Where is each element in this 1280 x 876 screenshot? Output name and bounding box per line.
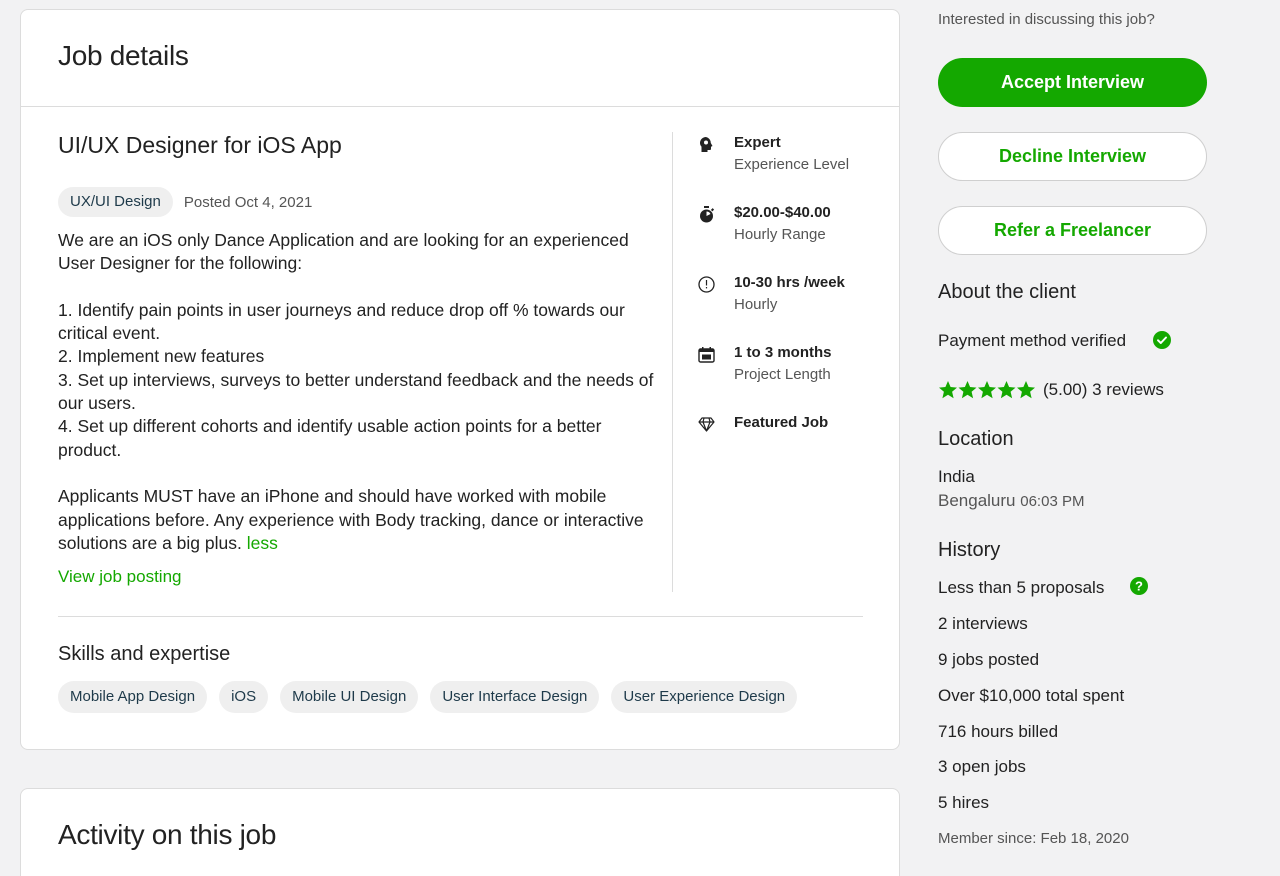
refer-freelancer-button[interactable]: Refer a Freelancer: [938, 206, 1207, 255]
hourly-range-label: Hourly Range: [734, 226, 826, 243]
job-meta-row: UX/UI Design Posted Oct 4, 2021: [58, 187, 658, 217]
detail-experience-level: Expert Experience Level: [697, 134, 897, 204]
rating-stars-icon: [938, 380, 1036, 400]
detail-hours-per-week: 10-30 hrs /week Hourly: [697, 274, 897, 344]
payment-verified-text: Payment method verified: [938, 331, 1127, 350]
calendar-icon: [697, 345, 715, 363]
location-title: Location: [938, 428, 1014, 450]
skill-pill[interactable]: Mobile UI Design: [280, 681, 419, 713]
hours-billed: 716 hours billed: [938, 722, 1059, 741]
hourly-range-value: $20.00-$40.00: [734, 204, 831, 221]
activity-title: Activity on this job: [58, 819, 277, 850]
activity-card: Activity on this job: [20, 788, 900, 876]
job-title: UI/UX Designer for iOS App: [58, 132, 342, 158]
diamond-icon: [697, 415, 715, 433]
job-details-list: Expert Experience Level $20.00-$40.00 Ho…: [697, 134, 897, 484]
job-main-section: UI/UX Designer for iOS App UX/UI Design …: [58, 132, 658, 587]
experience-level-label: Experience Level: [734, 156, 850, 173]
project-length-value: 1 to 3 months: [734, 344, 832, 361]
skill-pill[interactable]: iOS: [219, 681, 269, 713]
location-country: India: [938, 467, 975, 486]
member-since: Member since: Feb 18, 2020: [938, 830, 1129, 847]
skill-pill[interactable]: User Experience Design: [611, 681, 798, 713]
job-details-card: Job details UI/UX Designer for iOS App U…: [20, 9, 900, 750]
category-pill[interactable]: UX/UI Design: [58, 187, 173, 217]
proposals-count: Less than 5 proposals: [938, 578, 1105, 597]
view-job-posting-link[interactable]: View job posting: [58, 567, 658, 587]
skill-pill[interactable]: Mobile App Design: [58, 681, 208, 713]
total-spent: Over $10,000 total spent: [938, 686, 1125, 705]
hours-per-week-value: 10-30 hrs /week: [734, 274, 845, 291]
detail-hourly-range: $20.00-$40.00 Hourly Range: [697, 204, 897, 274]
job-description-text: We are an iOS only Dance Application and…: [58, 230, 654, 553]
about-client-title: About the client: [938, 281, 1076, 303]
job-details-title: Job details: [58, 40, 189, 71]
stopwatch-icon: [697, 205, 715, 223]
decline-interview-button[interactable]: Decline Interview: [938, 132, 1207, 181]
vertical-divider: [672, 132, 673, 592]
skills-list: Mobile App Design iOS Mobile UI Design U…: [58, 681, 809, 713]
featured-job-label: Featured Job: [734, 414, 829, 431]
hours-per-week-label: Hourly: [734, 296, 778, 313]
help-icon[interactable]: ?: [1130, 577, 1148, 600]
location-city: Bengaluru: [938, 491, 1016, 510]
location-city-row: Bengaluru 06:03 PM: [938, 491, 1084, 511]
project-length-label: Project Length: [734, 366, 831, 383]
skills-title: Skills and expertise: [58, 643, 231, 665]
less-link[interactable]: less: [247, 533, 278, 553]
hires-count: 5 hires: [938, 793, 990, 812]
local-time: 06:03 PM: [1020, 493, 1085, 510]
clock-icon: [697, 275, 715, 293]
svg-text:?: ?: [1135, 579, 1143, 594]
accept-interview-button[interactable]: Accept Interview: [938, 58, 1207, 107]
posted-date: Posted Oct 4, 2021: [183, 193, 313, 211]
rating-text[interactable]: (5.00) 3 reviews: [1043, 380, 1164, 400]
brain-icon: [697, 135, 715, 153]
open-jobs-count: 3 open jobs: [938, 757, 1026, 776]
interest-text: Interested in discussing this job?: [938, 11, 1155, 28]
rating-row: (5.00) 3 reviews: [938, 380, 1164, 400]
job-description: We are an iOS only Dance Application and…: [58, 229, 658, 555]
experience-level-value: Expert: [734, 134, 781, 151]
horizontal-divider: [58, 616, 863, 617]
job-details-header: Job details: [21, 10, 899, 107]
jobs-posted-count: 9 jobs posted: [938, 650, 1040, 669]
history-title: History: [938, 539, 1001, 561]
detail-featured-job: Featured Job: [697, 414, 897, 484]
skill-pill[interactable]: User Interface Design: [430, 681, 600, 713]
verified-check-icon: [1153, 331, 1171, 354]
interviews-count: 2 interviews: [938, 614, 1028, 633]
detail-project-length: 1 to 3 months Project Length: [697, 344, 897, 414]
